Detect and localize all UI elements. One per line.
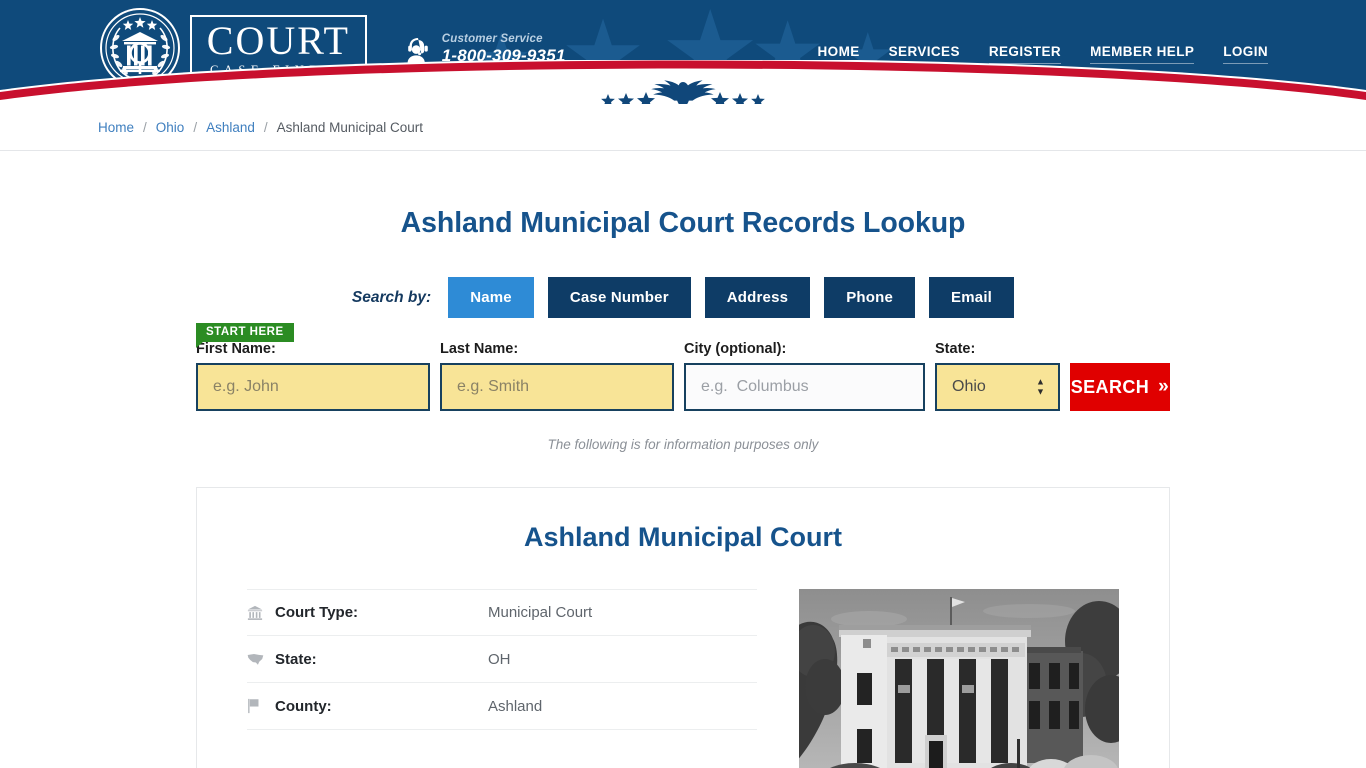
customer-service-label: Customer Service (441, 33, 543, 45)
logo-primary-text: COURT (206, 18, 350, 64)
court-card-body: Court Type: Municipal Court State: OH Co… (247, 589, 1119, 768)
court-name-heading: Ashland Municipal Court (523, 522, 842, 552)
flag-icon (247, 698, 275, 714)
breadcrumb-item-ohio[interactable]: Ohio (156, 120, 185, 135)
first-name-input[interactable] (196, 363, 430, 411)
breadcrumb-item-ashland[interactable]: Ashland (206, 120, 255, 135)
table-row: Court Type: Municipal Court (247, 589, 757, 636)
search-button-label: SEARCH (1070, 376, 1150, 397)
chevron-right-icon: » (1158, 376, 1170, 397)
state-field-group: State: Ohio ▲ ▼ (935, 341, 1060, 411)
first-name-field-group: First Name: (196, 341, 430, 411)
courthouse-photo (799, 589, 1119, 768)
breadcrumb: Home / Ohio / Ashland / Ashland Municipa… (98, 120, 1268, 135)
select-stepper-icon: ▲ ▼ (1035, 376, 1045, 397)
city-label: City (optional): (684, 341, 787, 357)
search-type-tabs: Search by: Name Case Number Address Phon… (98, 277, 1268, 318)
city-input[interactable] (684, 363, 925, 411)
detail-key: County: (275, 697, 332, 715)
breadcrumb-item-current: Ashland Municipal Court (276, 119, 423, 135)
last-name-field-group: Last Name: (440, 341, 674, 411)
tab-phone[interactable]: Phone (824, 277, 916, 318)
site-header: ★ ★ ★ ★ ★ COURT Customer Service 1-800-3… (0, 0, 1366, 104)
eagle-stars-decoration (601, 80, 765, 104)
state-select-value: Ohio (952, 378, 986, 395)
page-content: Ashland Municipal Court Records Lookup S… (98, 207, 1268, 768)
bank-building-icon (247, 605, 275, 621)
tab-email[interactable]: Email (929, 277, 1015, 318)
search-by-label: Search by: (351, 288, 432, 306)
detail-key: State: (275, 650, 317, 668)
start-here-badge: START HERE (196, 323, 294, 348)
state-select[interactable]: Ohio ▲ ▼ (935, 363, 1060, 411)
detail-key: Court Type: (275, 604, 359, 621)
breadcrumb-separator: / (193, 119, 198, 135)
city-field-group: City (optional): (684, 341, 925, 411)
page-title: Ashland Municipal Court Records Lookup (400, 207, 966, 239)
last-name-input[interactable] (440, 363, 674, 411)
detail-value: Municipal Court (488, 604, 593, 621)
tab-address[interactable]: Address (704, 277, 811, 318)
court-info-card: Ashland Municipal Court Court Type: Muni… (196, 487, 1170, 768)
search-button[interactable]: SEARCH » (1069, 363, 1170, 411)
tab-case-number[interactable]: Case Number (547, 277, 691, 318)
state-label: State: (935, 341, 976, 357)
court-details-table: Court Type: Municipal Court State: OH Co… (247, 589, 757, 730)
first-name-label: First Name: (196, 341, 276, 357)
table-row: State: OH (247, 636, 757, 683)
table-row: County: Ashland (247, 683, 757, 730)
tab-name[interactable]: Name (448, 277, 534, 318)
breadcrumb-separator: / (143, 119, 147, 135)
breadcrumb-separator: / (263, 119, 268, 135)
last-name-label: Last Name: (440, 341, 519, 357)
disclaimer-text: The following is for information purpose… (547, 437, 819, 452)
detail-value: Ashland (488, 697, 543, 715)
detail-value: OH (488, 650, 511, 668)
search-form-row: First Name: Last Name: City (optional): … (98, 341, 1268, 411)
breadcrumb-bar: Home / Ohio / Ashland / Ashland Municipa… (0, 104, 1366, 151)
breadcrumb-item-home[interactable]: Home (98, 120, 134, 135)
search-form: START HERE First Name: Last Name: City (… (98, 323, 1268, 411)
usa-map-icon (247, 653, 275, 666)
